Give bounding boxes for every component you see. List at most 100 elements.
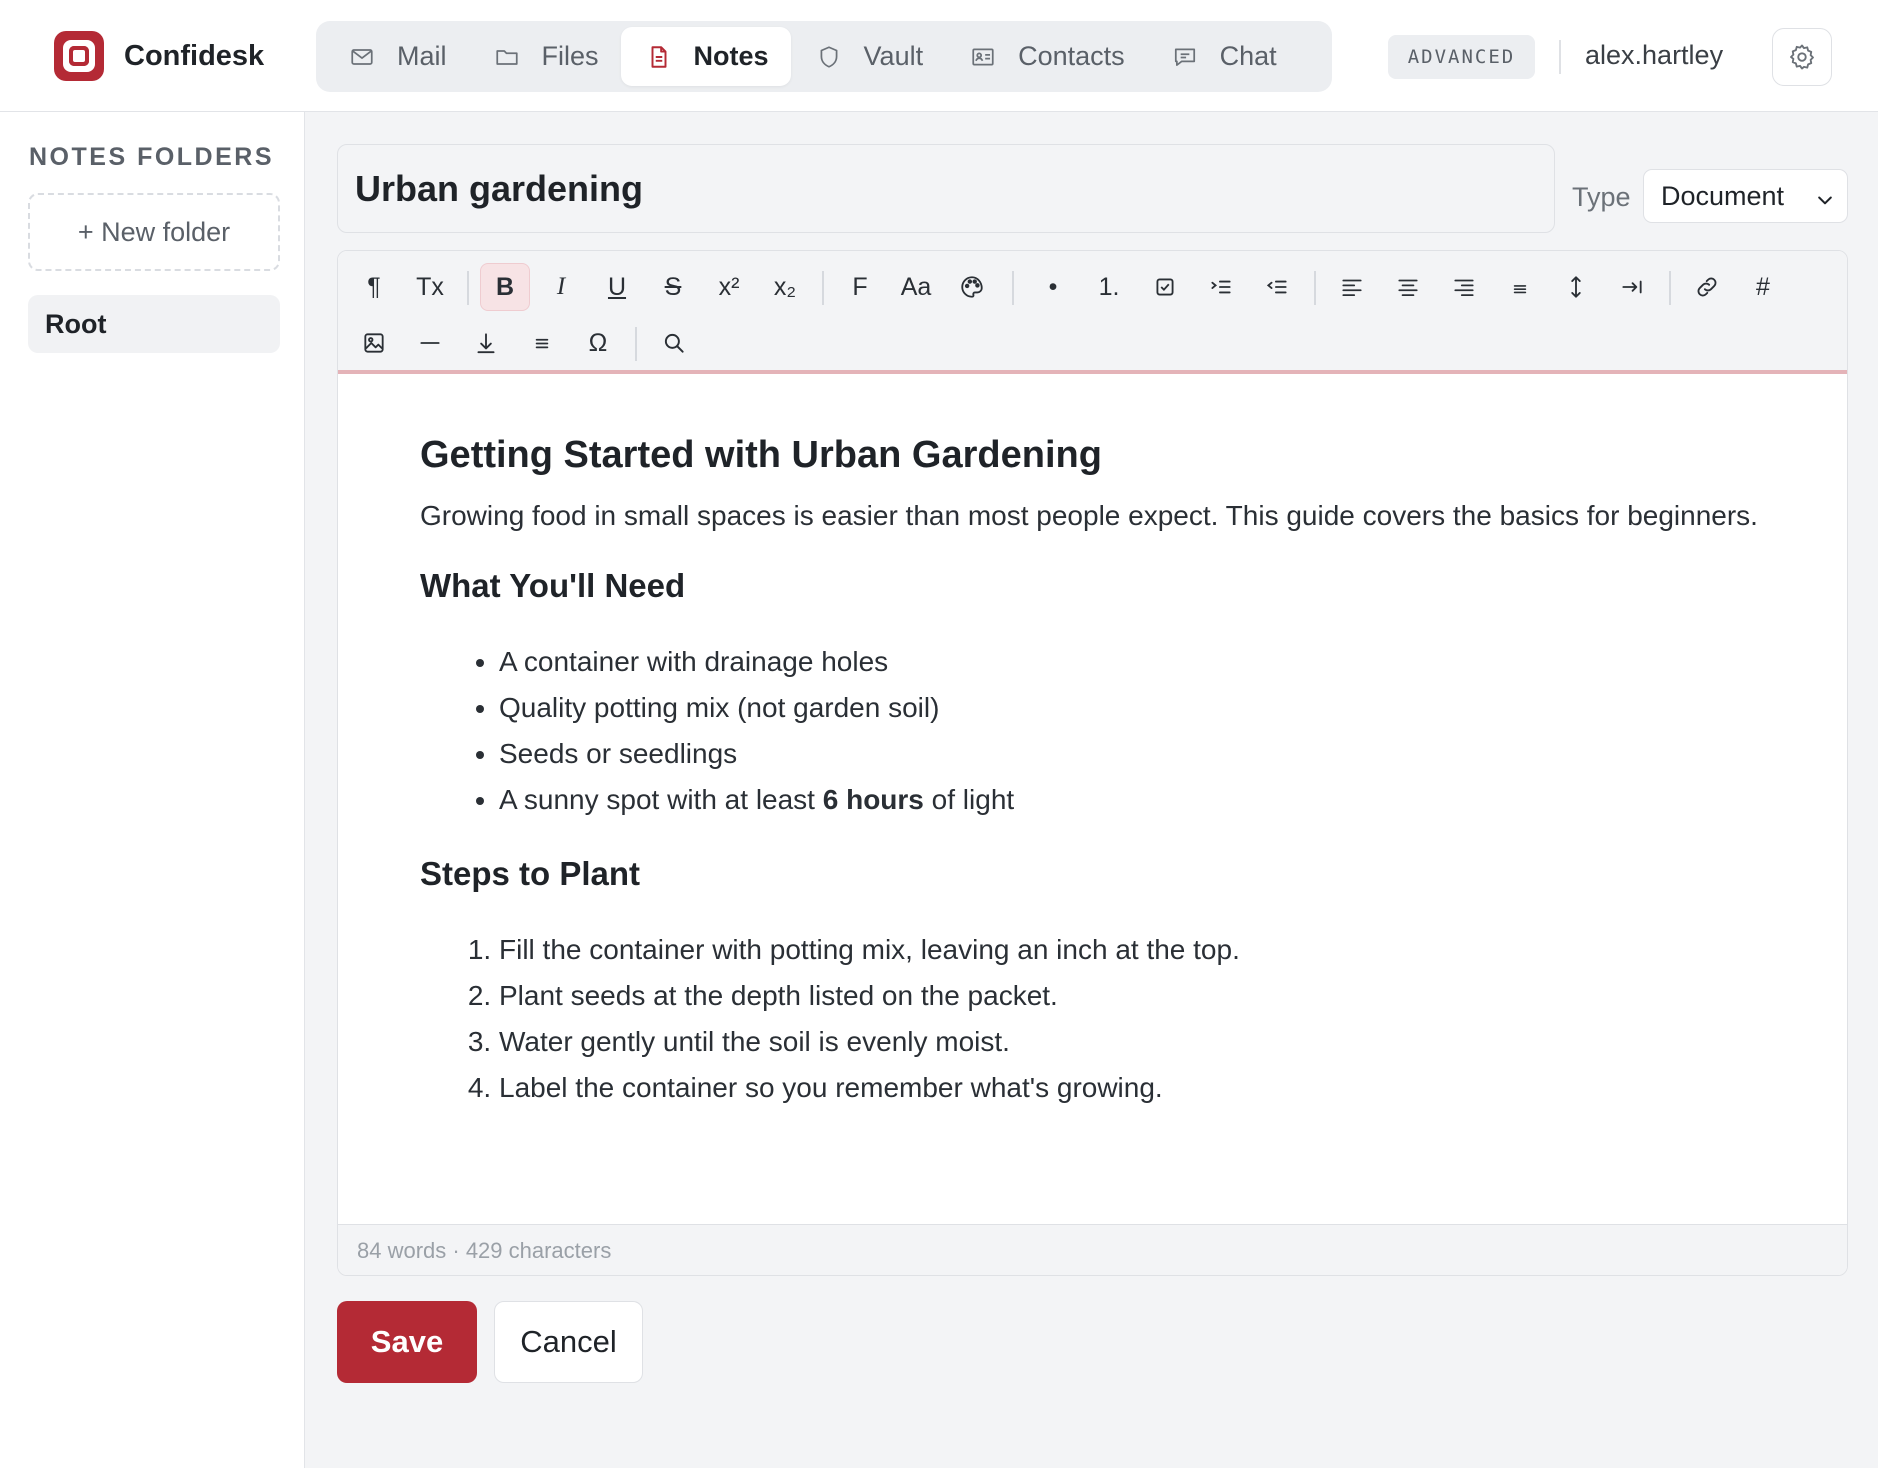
clear-format-button[interactable]: Tx <box>405 263 455 311</box>
needs-list: A container with drainage holes Quality … <box>420 639 1770 823</box>
checklist-button[interactable] <box>1140 263 1190 311</box>
page-break-button[interactable] <box>461 319 511 367</box>
doc-intro: Growing food in small spaces is easier t… <box>420 500 1758 531</box>
italic-button[interactable]: I <box>536 263 586 311</box>
superscript-button[interactable]: x² <box>704 263 754 311</box>
text-block-button[interactable] <box>517 319 567 367</box>
indent-button[interactable] <box>1196 263 1246 311</box>
horizontal-line-icon <box>417 330 443 356</box>
folder-icon <box>492 42 522 72</box>
gear-icon <box>1787 42 1817 72</box>
anchor-button[interactable]: # <box>1738 263 1788 311</box>
subscript-button[interactable]: x₂ <box>760 263 810 311</box>
font-family-button[interactable]: F <box>835 263 885 311</box>
indent-icon <box>1208 274 1234 300</box>
arrow-down-to-line-icon <box>473 330 499 356</box>
list-item: Water gently until the soil is evenly mo… <box>499 1019 1770 1065</box>
horizontal-rule-button[interactable] <box>405 319 455 367</box>
toolbar-separator <box>1314 271 1316 305</box>
tab-files-label: Files <box>541 41 599 71</box>
mail-icon <box>347 42 377 72</box>
link-button[interactable] <box>1682 263 1732 311</box>
list-item-text: of light <box>923 784 1015 815</box>
link-icon <box>1694 274 1720 300</box>
plan-badge: ADVANCED <box>1388 35 1535 79</box>
color-palette-button[interactable] <box>947 263 997 311</box>
new-folder-button[interactable]: + New folder <box>28 193 280 271</box>
list-item: Seeds or seedlings <box>499 731 1770 777</box>
cancel-button[interactable]: Cancel <box>494 1301 643 1383</box>
settings-button[interactable] <box>1772 28 1832 86</box>
vertical-arrows-icon <box>1563 274 1589 300</box>
folder-item-root[interactable]: Root <box>28 295 280 353</box>
steps-list: Fill the container with potting mix, lea… <box>420 927 1770 1111</box>
tab-vault-label: Vault <box>863 41 924 71</box>
contact-card-icon <box>968 42 998 72</box>
app-logo[interactable]: Confidesk <box>54 31 264 81</box>
list-item: Quality potting mix (not garden soil) <box>499 685 1770 731</box>
sidebar-title: NOTES FOLDERS <box>29 143 275 171</box>
tab-mail[interactable]: Mail <box>324 27 469 86</box>
main-nav-tabs: Mail Files Notes Vault Contacts Chat <box>316 21 1332 92</box>
checkbox-icon <box>1152 274 1178 300</box>
chevron-down-icon <box>1815 186 1835 206</box>
document-body[interactable]: Getting Started with Urban Gardening Gro… <box>420 431 1770 1111</box>
list-item: A container with drainage holes <box>499 639 1770 685</box>
outdent-button[interactable] <box>1252 263 1302 311</box>
editor-statusbar: 84 words · 429 characters <box>338 1224 1847 1275</box>
username[interactable]: alex.hartley <box>1585 40 1723 71</box>
numbered-list-button[interactable]: 1. <box>1084 263 1134 311</box>
special-character-button[interactable]: Ω <box>573 319 623 367</box>
toolbar-separator <box>467 271 469 305</box>
save-button[interactable]: Save <box>337 1301 477 1383</box>
line-height-button[interactable] <box>1551 263 1601 311</box>
tab-notes[interactable]: Notes <box>620 27 791 86</box>
paragraph-button[interactable]: ¶ <box>349 263 399 311</box>
note-title-input[interactable]: Urban gardening <box>337 144 1555 233</box>
type-label: Type <box>1572 182 1631 212</box>
list-item: Plant seeds at the depth listed on the p… <box>499 973 1770 1019</box>
word-char-count: 84 words · 429 characters <box>357 1238 612 1263</box>
align-right-button[interactable] <box>1439 263 1489 311</box>
toolbar-separator <box>1669 271 1671 305</box>
needs-heading: What You'll Need <box>420 567 686 604</box>
tab-chat[interactable]: Chat <box>1147 27 1299 86</box>
toolbar-separator <box>822 271 824 305</box>
tab-files[interactable]: Files <box>469 27 621 86</box>
tab-indent-button[interactable] <box>1607 263 1657 311</box>
align-justify-icon <box>1507 274 1533 300</box>
tab-arrow-icon <box>1619 274 1645 300</box>
strikethrough-button[interactable]: S <box>648 263 698 311</box>
font-size-button[interactable]: Aa <box>891 263 941 311</box>
type-select[interactable]: Document <box>1643 169 1848 223</box>
align-right-icon <box>1451 274 1477 300</box>
list-item: Fill the container with potting mix, lea… <box>499 927 1770 973</box>
shield-icon <box>814 42 844 72</box>
align-justify-button[interactable] <box>1495 263 1545 311</box>
tab-vault[interactable]: Vault <box>791 27 946 86</box>
align-left-icon <box>1339 274 1365 300</box>
header-divider <box>1559 40 1561 74</box>
confidesk-logo-icon <box>54 31 104 81</box>
editor-toolbar: ¶ Tx B I U S x² x₂ F Aa • 1. # Ω <box>338 251 1847 374</box>
bullet-list-button[interactable]: • <box>1028 263 1078 311</box>
note-editor: ¶ Tx B I U S x² x₂ F Aa • 1. # Ω Getting… <box>337 250 1848 1276</box>
list-item: Label the container so you remember what… <box>499 1065 1770 1111</box>
underline-button[interactable]: U <box>592 263 642 311</box>
list-item-text: A sunny spot with at least <box>499 784 823 815</box>
align-left-button[interactable] <box>1327 263 1377 311</box>
type-select-value: Document <box>1661 180 1785 211</box>
list-item: A sunny spot with at least 6 hours of li… <box>499 777 1770 823</box>
bold-button[interactable]: B <box>480 263 530 311</box>
tab-contacts[interactable]: Contacts <box>945 27 1147 86</box>
insert-image-button[interactable] <box>349 319 399 367</box>
note-icon <box>644 42 674 72</box>
doc-heading: Getting Started with Urban Gardening <box>420 434 1102 476</box>
toolbar-separator <box>635 327 637 361</box>
align-center-button[interactable] <box>1383 263 1433 311</box>
lines-icon <box>529 330 555 356</box>
bold-text: 6 hours <box>822 784 924 815</box>
notes-sidebar: NOTES FOLDERS + New folder Root <box>0 112 305 1468</box>
find-button[interactable] <box>649 319 699 367</box>
app-name: Confidesk <box>124 39 265 72</box>
